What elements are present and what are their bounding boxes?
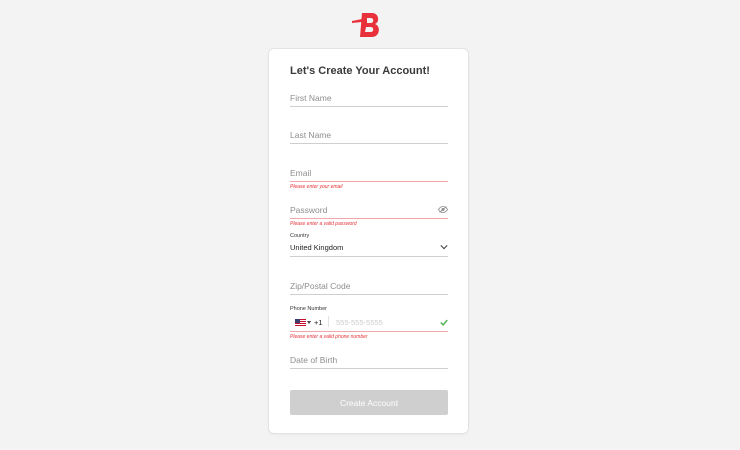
- phone-field[interactable]: Phone Number +1 555-555-5555 Please ente…: [290, 306, 448, 344]
- signup-card: Let's Create Your Account! First Name La…: [268, 48, 469, 434]
- phone-separator: [328, 316, 329, 327]
- chevron-down-icon: [440, 245, 448, 250]
- last-name-field[interactable]: Last Name: [290, 128, 448, 144]
- password-field[interactable]: Password Please enter a valid password: [290, 203, 448, 231]
- first-name-underline: [290, 106, 448, 107]
- form-title: Let's Create Your Account!: [290, 65, 430, 77]
- us-flag-icon[interactable]: [295, 319, 306, 326]
- phone-underline: [290, 331, 448, 332]
- dial-code: +1: [314, 318, 323, 327]
- first-name-field[interactable]: First Name: [290, 91, 448, 107]
- eye-icon[interactable]: [438, 206, 448, 213]
- zip-placeholder: Zip/Postal Code: [290, 281, 351, 291]
- dob-field[interactable]: Date of Birth: [290, 353, 448, 369]
- email-placeholder: Email: [290, 168, 312, 178]
- checkmark-icon: [440, 319, 448, 326]
- dob-underline: [290, 368, 448, 369]
- email-underline: [290, 181, 448, 182]
- password-underline: [290, 218, 448, 219]
- create-account-button[interactable]: Create Account: [290, 390, 448, 415]
- country-select[interactable]: Country United Kingdom: [290, 233, 448, 257]
- first-name-placeholder: First Name: [290, 93, 332, 103]
- password-placeholder: Password: [290, 205, 328, 215]
- email-field[interactable]: Email Please enter your email: [290, 166, 448, 194]
- last-name-placeholder: Last Name: [290, 130, 332, 140]
- country-value: United Kingdom: [290, 243, 344, 252]
- email-error: Please enter your email: [290, 184, 343, 190]
- zip-underline: [290, 294, 448, 295]
- phone-label: Phone Number: [290, 306, 327, 312]
- zip-field[interactable]: Zip/Postal Code: [290, 279, 448, 295]
- last-name-underline: [290, 143, 448, 144]
- caret-down-icon[interactable]: [307, 321, 311, 324]
- country-underline: [290, 256, 448, 257]
- phone-placeholder: 555-555-5555: [336, 318, 383, 327]
- brand-b-logo-icon: [352, 13, 379, 37]
- country-label: Country: [290, 233, 310, 239]
- phone-error: Please enter a valid phone number: [290, 334, 368, 340]
- dob-placeholder: Date of Birth: [290, 355, 338, 365]
- password-error: Please enter a valid password: [290, 221, 357, 227]
